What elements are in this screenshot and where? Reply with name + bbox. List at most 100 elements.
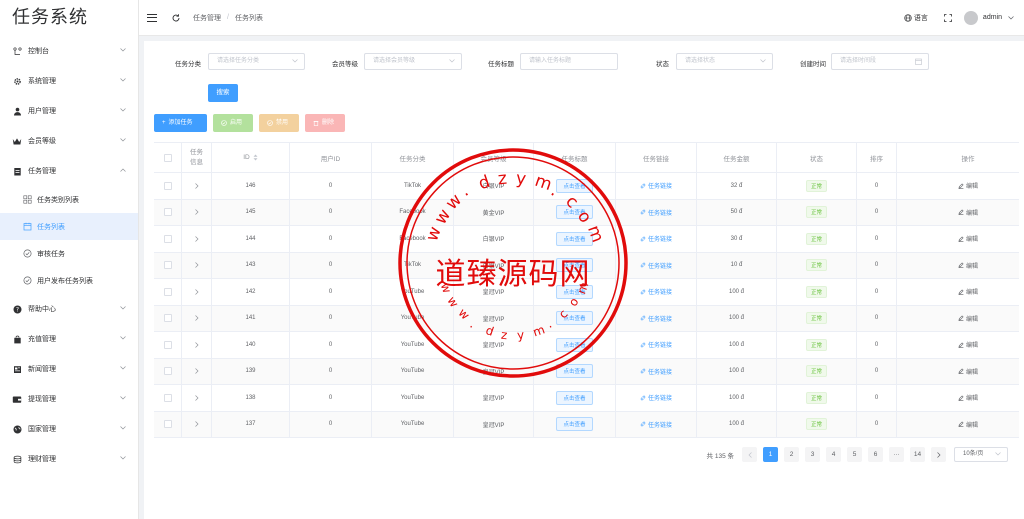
row-expand[interactable]: [182, 332, 212, 358]
edit-button[interactable]: 编辑: [958, 181, 978, 190]
row-expand[interactable]: [182, 358, 212, 384]
view-title-button[interactable]: 点击查看: [556, 417, 593, 432]
row-expand[interactable]: [182, 411, 212, 437]
page-button[interactable]: 1: [763, 447, 778, 462]
sidebar-submenu-2[interactable]: 审核任务: [0, 240, 138, 267]
row-expand[interactable]: [182, 199, 212, 225]
edit-button[interactable]: 编辑: [958, 208, 978, 217]
task-link[interactable]: 任务链接: [640, 234, 672, 243]
page-button[interactable]: 14: [910, 447, 925, 462]
row-select[interactable]: [154, 226, 182, 252]
delete-button[interactable]: 删除: [305, 114, 345, 132]
row-checkbox[interactable]: [163, 420, 172, 429]
edit-button[interactable]: 编辑: [958, 393, 978, 402]
add-task-button[interactable]: + 添加任务: [154, 114, 207, 132]
page-button[interactable]: 5: [847, 447, 862, 462]
task-link[interactable]: 任务链接: [640, 340, 672, 349]
task-link[interactable]: 任务链接: [640, 287, 672, 296]
task-link[interactable]: 任务链接: [640, 314, 672, 323]
view-title-button[interactable]: 点击查看: [556, 311, 593, 326]
status-select[interactable]: 请选择状态: [676, 53, 773, 70]
row-expand[interactable]: [182, 226, 212, 252]
row-checkbox[interactable]: [163, 287, 172, 296]
row-checkbox[interactable]: [163, 367, 172, 376]
sidebar-menu-extra-2[interactable]: 新闻管理: [0, 354, 138, 384]
menu-toggle-icon[interactable]: [147, 13, 157, 22]
chevron-right-icon[interactable]: [194, 315, 199, 321]
refresh-icon[interactable]: [171, 13, 181, 23]
sidebar-menu-extra-5[interactable]: 理财管理: [0, 444, 138, 474]
row-checkbox[interactable]: [163, 261, 172, 270]
row-select[interactable]: [154, 199, 182, 225]
row-select[interactable]: [154, 358, 182, 384]
task-link[interactable]: 任务链接: [640, 367, 672, 376]
edit-button[interactable]: 编辑: [958, 234, 978, 243]
chevron-right-icon[interactable]: [194, 183, 199, 189]
row-select[interactable]: [154, 279, 182, 305]
fullscreen-icon[interactable]: [944, 13, 952, 22]
edit-button[interactable]: 编辑: [958, 367, 978, 376]
time-range-picker[interactable]: 请选择时间段: [831, 53, 929, 70]
sidebar-menu-main-0[interactable]: 控制台: [0, 36, 138, 66]
row-checkbox[interactable]: [163, 314, 172, 323]
sidebar-submenu-3[interactable]: 用户发布任务列表: [0, 267, 138, 294]
row-expand[interactable]: [182, 173, 212, 199]
view-title-button[interactable]: 点击查看: [556, 205, 593, 220]
view-title-button[interactable]: 点击查看: [556, 337, 593, 352]
row-select[interactable]: [154, 252, 182, 278]
chevron-right-icon[interactable]: [194, 289, 199, 295]
chevron-right-icon[interactable]: [194, 236, 199, 242]
breadcrumb-item[interactable]: 任务管理: [193, 13, 221, 23]
page-button[interactable]: 4: [826, 447, 841, 462]
sidebar-menu-extra-0[interactable]: ? 帮助中心: [0, 294, 138, 324]
sidebar-menu-extra-1[interactable]: 充值管理: [0, 324, 138, 354]
sidebar-menu-main-1[interactable]: 系统管理: [0, 66, 138, 96]
prev-page-button[interactable]: [742, 447, 757, 462]
sort-icon[interactable]: [253, 154, 258, 161]
row-checkbox[interactable]: [163, 340, 172, 349]
row-checkbox[interactable]: [163, 393, 172, 402]
row-select[interactable]: [154, 332, 182, 358]
username[interactable]: admin: [983, 14, 1002, 21]
category-select[interactable]: 请选择任务分类: [208, 53, 305, 70]
sidebar-menu-extra-3[interactable]: 提现管理: [0, 384, 138, 414]
task-link[interactable]: 任务链接: [640, 420, 672, 429]
row-select[interactable]: [154, 305, 182, 331]
chevron-right-icon[interactable]: [194, 342, 199, 348]
level-select[interactable]: 请选择会员等级: [364, 53, 462, 70]
view-title-button[interactable]: 点击查看: [556, 390, 593, 405]
chevron-down-icon[interactable]: [1008, 15, 1014, 20]
sidebar-submenu-1[interactable]: 任务列表: [0, 213, 138, 240]
row-expand[interactable]: [182, 252, 212, 278]
search-button[interactable]: 搜索: [208, 84, 238, 102]
chevron-right-icon[interactable]: [194, 395, 199, 401]
row-select[interactable]: [154, 173, 182, 199]
edit-button[interactable]: 编辑: [958, 314, 978, 323]
chevron-right-icon[interactable]: [194, 421, 199, 427]
edit-button[interactable]: 编辑: [958, 340, 978, 349]
language-switch[interactable]: 语言: [904, 13, 928, 23]
row-checkbox[interactable]: [163, 208, 172, 217]
view-title-button[interactable]: 点击查看: [556, 231, 593, 246]
view-title-button[interactable]: 点击查看: [556, 284, 593, 299]
row-select[interactable]: [154, 385, 182, 411]
view-title-button[interactable]: 点击查看: [556, 364, 593, 379]
page-button[interactable]: 6: [868, 447, 883, 462]
chevron-right-icon[interactable]: [194, 209, 199, 215]
view-title-button[interactable]: 点击查看: [556, 178, 593, 193]
header-select-all[interactable]: [154, 143, 182, 172]
page-button[interactable]: 2: [784, 447, 799, 462]
row-checkbox[interactable]: [163, 234, 172, 243]
next-page-button[interactable]: [931, 447, 946, 462]
sidebar-menu-main-2[interactable]: 用户管理: [0, 96, 138, 126]
chevron-right-icon[interactable]: [194, 262, 199, 268]
header-id[interactable]: ID: [212, 143, 290, 172]
view-title-button[interactable]: 点击查看: [556, 258, 593, 273]
row-checkbox[interactable]: [163, 181, 172, 190]
sidebar-menu-main-4[interactable]: 任务管理: [0, 156, 138, 186]
sidebar-menu-main-3[interactable]: 会员等级: [0, 126, 138, 156]
disable-button[interactable]: 禁用: [259, 114, 299, 132]
task-link[interactable]: 任务链接: [640, 208, 672, 217]
task-link[interactable]: 任务链接: [640, 393, 672, 402]
page-button[interactable]: 3: [805, 447, 820, 462]
